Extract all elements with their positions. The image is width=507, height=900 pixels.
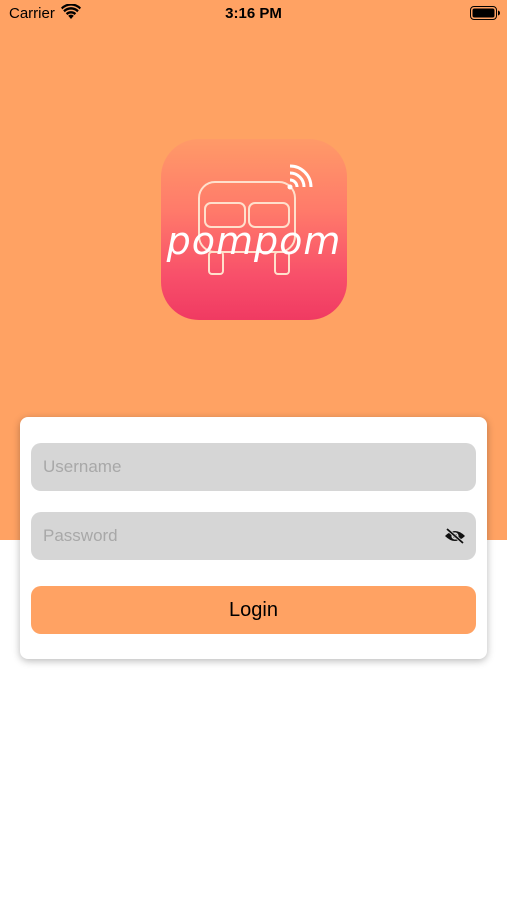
login-button[interactable]: Login — [31, 586, 476, 634]
app-logo: pompom — [161, 139, 347, 320]
eye-slash-icon[interactable] — [444, 527, 466, 545]
username-input[interactable] — [43, 443, 443, 491]
status-bar: Carrier 3:16 PM — [0, 0, 507, 28]
status-time: 3:16 PM — [225, 5, 282, 22]
password-input[interactable] — [43, 512, 443, 560]
password-field-container — [31, 512, 476, 560]
login-card: Login — [20, 417, 487, 659]
username-field-container — [31, 443, 476, 491]
battery-icon — [470, 6, 500, 20]
logo-wordmark: pompom — [166, 219, 342, 263]
